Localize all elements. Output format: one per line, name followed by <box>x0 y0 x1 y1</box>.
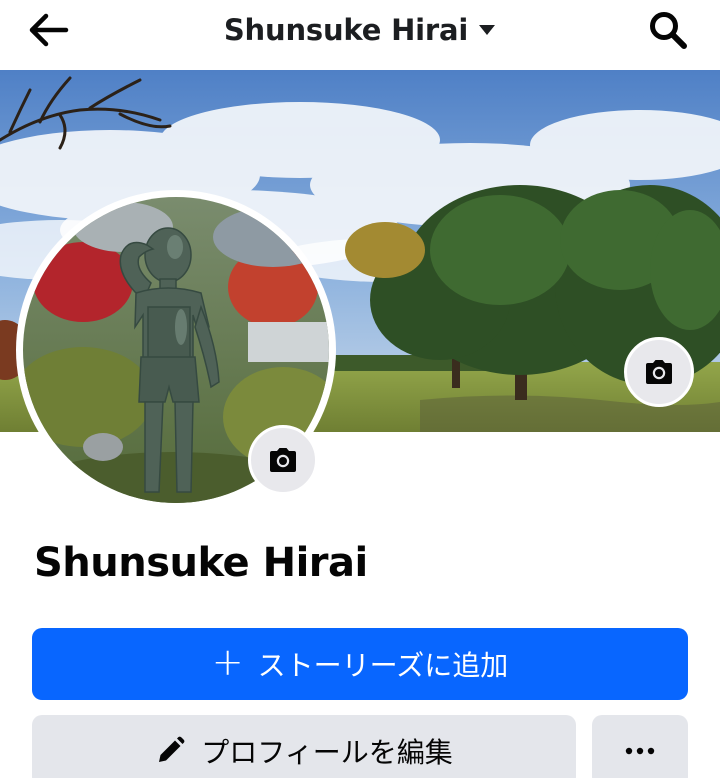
search-icon <box>650 12 687 49</box>
camera-icon <box>646 360 672 384</box>
top-bar: Shunsuke Hirai <box>0 0 720 70</box>
pencil-icon <box>159 736 185 762</box>
profile-switcher[interactable]: Shunsuke Hirai <box>0 10 720 50</box>
edit-profile-label: プロフィールを編集 <box>201 736 453 769</box>
add-to-story-button[interactable]: + ストーリーズに追加 <box>32 628 688 700</box>
add-to-story-label: ストーリーズに追加 <box>257 649 509 682</box>
edit-profile-button[interactable]: プロフィールを編集 <box>32 715 576 778</box>
profile-camera-button[interactable] <box>248 425 318 495</box>
profile-name: Shunsuke Hirai <box>34 540 368 586</box>
cover-camera-button[interactable] <box>624 337 694 407</box>
caret-down-icon <box>479 25 496 35</box>
more-horizontal-icon <box>625 747 655 755</box>
camera-icon <box>270 448 296 472</box>
more-options-button[interactable] <box>592 715 688 778</box>
header-title: Shunsuke Hirai <box>223 13 469 47</box>
search-button[interactable] <box>644 8 692 52</box>
plus-icon: + <box>211 640 244 684</box>
